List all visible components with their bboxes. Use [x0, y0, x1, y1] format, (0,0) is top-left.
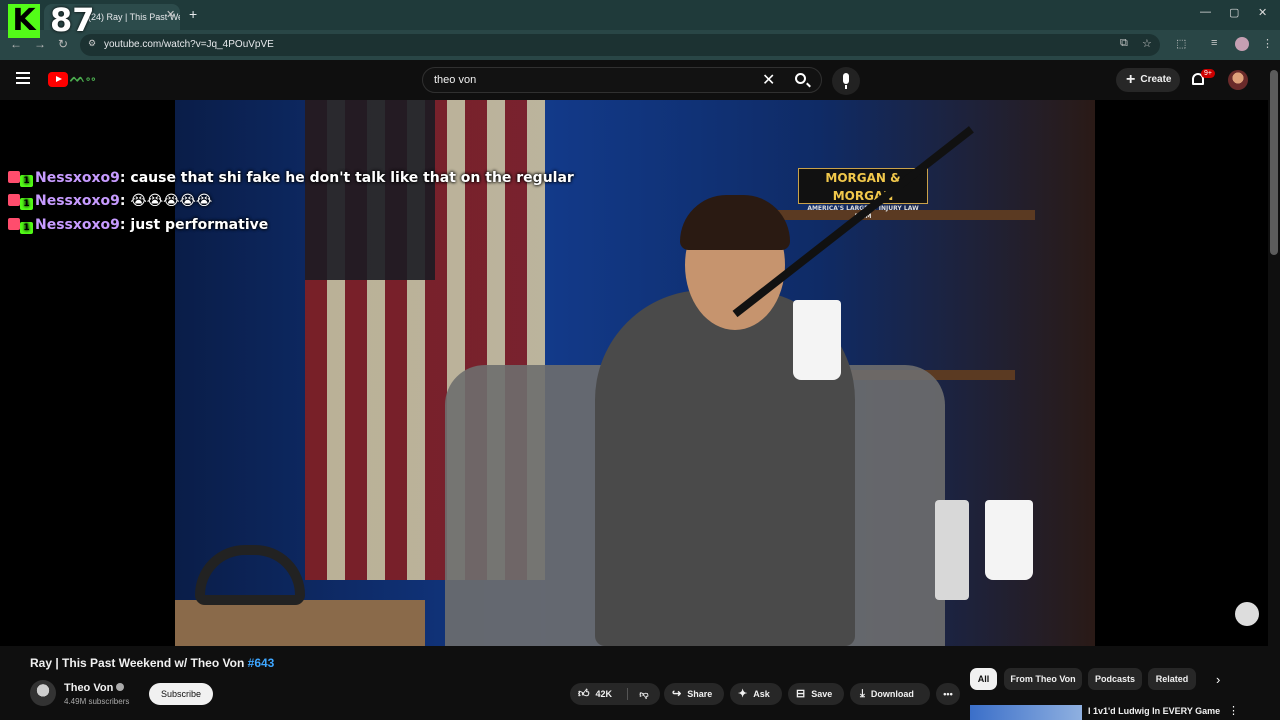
subscriber-count: 4.49M subscribers [64, 697, 130, 706]
media-icon[interactable]: ≡ [1211, 37, 1217, 49]
recommendation-title[interactable]: I 1v1'd Ludwig In EVERY Game [1088, 706, 1220, 716]
chip-related[interactable]: Related [1148, 668, 1196, 690]
sub-badge-icon: 1 [20, 175, 33, 187]
save-icon: ⊟ [796, 688, 806, 700]
sub-badge-icon: 1 [20, 198, 33, 210]
restore-icon[interactable]: ▢ [1229, 6, 1239, 19]
chat-message: 1 Nessxoxo9: 😭😭😭😭😭 [8, 191, 212, 211]
sparkle-icon: ✦ [738, 688, 748, 700]
extensions-icon[interactable]: ⬚ [1176, 37, 1186, 50]
recommendation-thumbnail[interactable] [970, 705, 1082, 720]
chip-from-channel[interactable]: From Theo Von [1004, 668, 1082, 690]
bookmark-star-icon[interactable]: ☆ [1142, 37, 1152, 50]
share-button[interactable]: ↪ Share [664, 683, 724, 705]
badge-icon [8, 194, 20, 206]
badge-icon [8, 218, 20, 230]
drink-can [935, 500, 969, 600]
screen: (24) Ray | This Past Weekend w/ ✕ + — ▢ … [0, 0, 1280, 720]
back-icon[interactable]: ← [10, 37, 22, 51]
download-button[interactable]: ⤓ Download [850, 683, 930, 705]
search-input[interactable]: theo von [434, 74, 476, 86]
chip-all[interactable]: All [970, 668, 997, 690]
youtube-logo[interactable] [48, 72, 68, 87]
cup [793, 300, 841, 380]
channel-name[interactable]: Theo Von [64, 682, 125, 694]
dislike-icon: 👎︎ [639, 689, 649, 699]
side-table [175, 600, 425, 646]
site-info-icon[interactable]: ⚙ [88, 38, 96, 49]
install-icon[interactable]: ⧉ [1120, 37, 1128, 50]
menu-icon[interactable] [16, 72, 30, 84]
kick-logo: K [8, 4, 40, 38]
channel-watermark-icon[interactable] [1235, 602, 1259, 626]
viewer-count: 87 [50, 1, 95, 39]
more-icon: ••• [943, 689, 953, 699]
video-title: Ray | This Past Weekend w/ Theo Von #643 [30, 656, 275, 670]
subscribe-button[interactable]: Subscribe [149, 683, 213, 705]
download-icon: ⤓ [860, 688, 865, 700]
recommendation-menu-icon[interactable]: ⋮ [1228, 704, 1239, 717]
save-button[interactable]: ⊟ Save [788, 683, 844, 705]
flag-canton [305, 100, 435, 280]
like-button[interactable]: 👍︎ 42K [570, 683, 626, 705]
new-tab-icon[interactable]: + [189, 6, 197, 22]
reload-icon[interactable]: ↻ [58, 37, 68, 51]
clear-icon[interactable]: ✕ [762, 70, 775, 90]
dislike-button[interactable]: 👎︎ [628, 683, 660, 705]
tab-close-icon[interactable]: ✕ [166, 8, 175, 21]
create-button[interactable]: + Create [1116, 68, 1180, 92]
url-text: youtube.com/watch?v=Jq_4POuVpVE [104, 39, 274, 50]
minimize-icon[interactable]: — [1200, 6, 1211, 18]
plus-icon: + [1126, 71, 1136, 88]
chat-message: 1 Nessxoxo9: cause that shi fake he don't… [8, 168, 574, 188]
forward-icon[interactable]: → [34, 37, 46, 51]
close-window-icon[interactable]: ✕ [1258, 6, 1267, 19]
share-icon: ↪ [672, 688, 682, 700]
search-icon[interactable] [795, 73, 806, 84]
cup [985, 500, 1033, 580]
badge-icon [8, 171, 20, 183]
ask-button[interactable]: ✦ Ask [730, 683, 782, 705]
notification-badge: 9+ [1201, 69, 1215, 78]
guest-hair [680, 195, 790, 250]
browser-menu-icon[interactable]: ⋮ [1262, 37, 1273, 50]
browser-profile-avatar[interactable] [1235, 37, 1249, 51]
doodle-icon[interactable]: ᨓ∘∘ [70, 70, 110, 90]
mic-icon[interactable] [832, 67, 860, 95]
chip-podcasts[interactable]: Podcasts [1088, 668, 1142, 690]
more-button[interactable]: ••• [936, 683, 960, 705]
avatar[interactable] [1228, 70, 1248, 90]
verified-icon [116, 683, 125, 691]
headphones [195, 545, 305, 605]
chat-message: 1 Nessxoxo9: just performative [8, 215, 268, 235]
channel-avatar[interactable] [30, 680, 56, 706]
chevron-right-icon[interactable]: › [1216, 672, 1220, 687]
hashtag-link[interactable]: #643 [248, 656, 275, 670]
sub-badge-icon: 1 [20, 222, 33, 234]
page-scrollbar[interactable] [1270, 70, 1278, 255]
like-icon: 👍︎ [578, 688, 590, 700]
